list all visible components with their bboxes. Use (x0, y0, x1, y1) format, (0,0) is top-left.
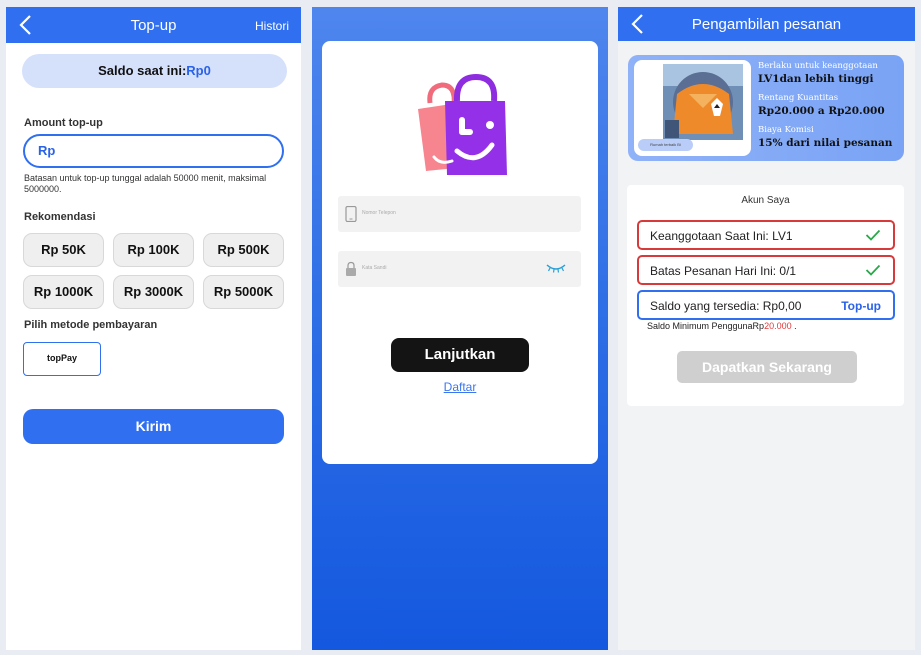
quantity-value: Rp20.000 a Rp20.000 (758, 105, 885, 117)
membership-value: LV1dan lebih tinggi (758, 73, 874, 85)
membership-label: Berlaku untuk keanggotaan (758, 61, 878, 71)
membership-status-text: Keanggotaan Saat Ini: LV1 (650, 229, 793, 243)
amount-option-button[interactable]: Rp 100K (113, 233, 194, 267)
password-placeholder: Kata Sandi (362, 265, 387, 271)
login-panel: Nomor Telepon Kata Sandi Lanjutkan Dafta… (312, 7, 608, 650)
get-now-button[interactable]: Dapatkan Sekarang (677, 351, 857, 383)
min-balance-suffix: . (791, 321, 797, 331)
amount-input[interactable]: Rp (23, 134, 284, 168)
membership-details: Berlaku untuk keanggotaan LV1dan lebih t… (758, 61, 904, 157)
order-header: Pengambilan pesanan (618, 7, 915, 41)
topup-panel: Top-up Histori Saldo saat ini:Rp0 Amount… (6, 7, 301, 650)
check-icon (865, 264, 881, 276)
page-title: Pengambilan pesanan (691, 16, 842, 33)
recommend-label: Rekomendasi (24, 211, 96, 223)
balance-value: Rp0 (186, 63, 211, 78)
histori-link[interactable]: Histori (255, 19, 289, 33)
payment-method-label: Pilih metode pembayaran (24, 319, 158, 331)
available-balance-row: Saldo yang tersedia: Rp0,00 Top-up (637, 290, 895, 320)
submit-button[interactable]: Kirim (23, 409, 284, 444)
recommendation-grid: Rp 50K Rp 100K Rp 500K Rp 1000K Rp 3000K… (23, 233, 285, 309)
topup-header: Top-up Histori (6, 7, 301, 43)
amount-option-button[interactable]: Rp 3000K (113, 275, 194, 309)
membership-status-row: Keanggotaan Saat Ini: LV1 (637, 220, 895, 250)
login-card: Nomor Telepon Kata Sandi Lanjutkan Dafta… (322, 41, 598, 464)
available-balance-text: Saldo yang tersedia: Rp0,00 (650, 299, 802, 313)
order-panel: Pengambilan pesanan Rumah terbaik Bi Ber… (618, 7, 915, 650)
commission-label: Biaya Komisi (758, 125, 814, 135)
amount-option-button[interactable]: Rp 5000K (203, 275, 284, 309)
balance-label: Saldo saat ini: (98, 63, 187, 78)
phone-icon (345, 206, 357, 222)
min-balance-value: 20.000 (764, 321, 792, 331)
phone-placeholder: Nomor Telepon (362, 210, 396, 216)
min-balance-text: Saldo Minimum PenggunaRp (647, 321, 765, 331)
current-balance-pill: Saldo saat ini:Rp0 (22, 54, 287, 88)
order-limit-text: Batas Pesanan Hari Ini: 0/1 (650, 264, 797, 278)
product-thumbnail: Rumah terbaik Bi (634, 60, 751, 156)
hidden-eye-icon[interactable] (546, 263, 566, 273)
commission-value: 15% dari nilai pesanan (758, 137, 893, 149)
thumbnail-caption: Rumah terbaik Bi (638, 139, 693, 151)
amount-option-button[interactable]: Rp 500K (203, 233, 284, 267)
product-image (663, 64, 743, 140)
register-link[interactable]: Daftar (322, 380, 598, 394)
amount-label: Amount top-up (24, 117, 103, 129)
topup-limit-note: Batasan untuk top-up tunggal adalah 5000… (24, 173, 267, 194)
password-field[interactable]: Kata Sandi (338, 251, 581, 287)
account-card: Akun Saya Keanggotaan Saat Ini: LV1 Bata… (627, 185, 904, 406)
order-limit-row: Batas Pesanan Hari Ini: 0/1 (637, 255, 895, 285)
minimum-balance-note: Saldo Minimum PenggunaRp20.000 . (647, 321, 797, 331)
quantity-label: Rentang Kuantitas (758, 93, 839, 103)
payment-method-option[interactable]: topPay (23, 342, 101, 376)
membership-info-card: Rumah terbaik Bi Berlaku untuk keanggota… (628, 55, 904, 161)
continue-button[interactable]: Lanjutkan (391, 338, 529, 372)
account-title: Akun Saya (741, 195, 790, 206)
check-icon (865, 229, 881, 241)
lock-icon (346, 261, 356, 276)
amount-option-button[interactable]: Rp 1000K (23, 275, 104, 309)
amount-option-button[interactable]: Rp 50K (23, 233, 104, 267)
phone-field[interactable]: Nomor Telepon (338, 196, 581, 232)
topup-link[interactable]: Top-up (841, 292, 881, 320)
shopping-bags-logo-icon (418, 73, 507, 175)
